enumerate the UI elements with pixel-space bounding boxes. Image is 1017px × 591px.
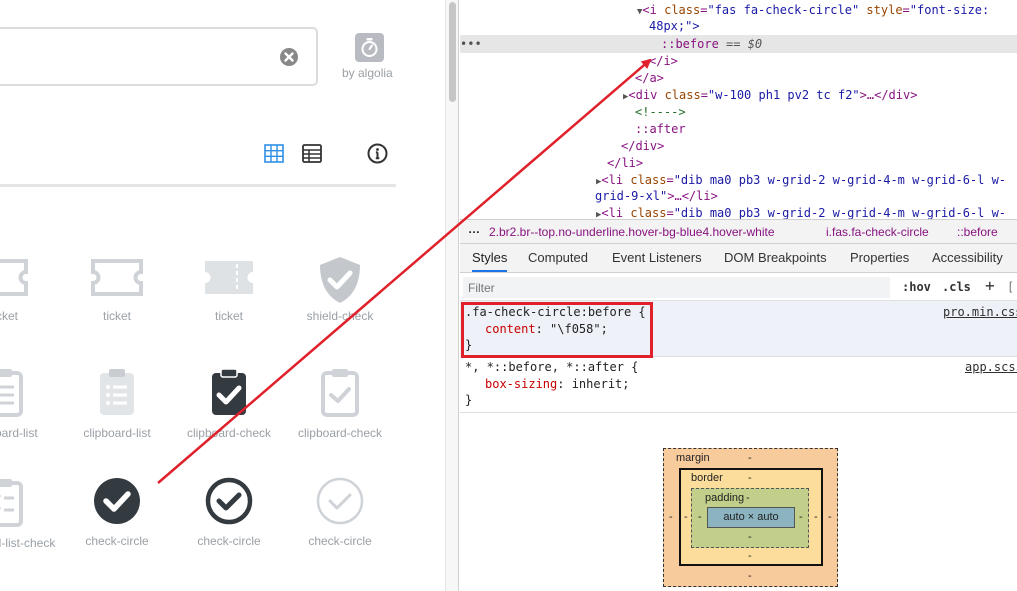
icon-tile[interactable]: clipboard-list bbox=[57, 367, 177, 440]
border-right-value: - bbox=[814, 511, 818, 523]
clipboard-check-icon bbox=[321, 369, 359, 417]
icon-label: clipboard-check bbox=[297, 426, 383, 440]
clipboard-check-icon bbox=[212, 368, 246, 415]
icon-label: shield-check bbox=[306, 309, 374, 323]
new-rule-button[interactable]: + bbox=[985, 276, 995, 295]
algolia-label: by algolia bbox=[342, 66, 393, 80]
icon-tile[interactable]: clipboard-list bbox=[0, 367, 64, 440]
tab-accessibility[interactable]: Accessibility bbox=[932, 250, 1003, 265]
box-model-content[interactable]: auto × auto bbox=[707, 507, 795, 528]
rule-source-link[interactable]: pro.min.css bbox=[943, 305, 1017, 319]
dom-node-comment: <!----> bbox=[635, 105, 686, 119]
grid-view-icon[interactable] bbox=[264, 144, 284, 163]
icon-tile[interactable]: ticket bbox=[57, 255, 177, 323]
icon-tile[interactable]: shield-check bbox=[280, 255, 400, 323]
hov-button[interactable]: :hov bbox=[902, 280, 931, 294]
padding-right-value: - bbox=[799, 511, 803, 523]
icon-label: clipboard-list bbox=[0, 426, 38, 440]
ticket-icon bbox=[91, 259, 143, 296]
shield-check-icon bbox=[320, 257, 360, 303]
rule-close: } bbox=[465, 393, 473, 407]
check-circle-icon bbox=[205, 477, 253, 525]
table-view-icon[interactable] bbox=[302, 144, 322, 163]
icon-tile[interactable]: clipboard-check bbox=[280, 367, 400, 440]
clear-search-icon[interactable] bbox=[279, 47, 299, 67]
more-icon[interactable]: ••• bbox=[460, 37, 482, 51]
info-icon[interactable] bbox=[367, 143, 388, 164]
tab-computed[interactable]: Computed bbox=[528, 250, 588, 265]
icon-search-panel: by algolia ticket ticket ticket bbox=[0, 0, 445, 591]
padding-label: padding bbox=[705, 492, 745, 504]
rule-declaration[interactable]: box-sizing: inherit; bbox=[485, 377, 630, 391]
styles-filter-row: :hov .cls + [ bbox=[460, 274, 1017, 301]
clipboard-list-icon bbox=[100, 369, 134, 415]
border-label: border bbox=[691, 472, 723, 484]
icon-label: clipboard-check bbox=[186, 426, 272, 440]
rule-selector[interactable]: *, *::before, *::after { bbox=[465, 360, 638, 374]
toggle-sidebar-icon[interactable]: [ bbox=[1007, 280, 1014, 294]
icon-label: ticket bbox=[214, 309, 243, 323]
divider bbox=[0, 184, 396, 187]
margin-left-value: - bbox=[669, 511, 673, 523]
tab-properties[interactable]: Properties bbox=[850, 250, 909, 265]
dom-node-after[interactable]: ::after bbox=[635, 121, 686, 137]
margin-top-value: - bbox=[748, 452, 752, 464]
icon-tile[interactable]: clipboard-list-check bbox=[0, 477, 64, 550]
breadcrumb-item[interactable]: 2.br2.br--top.no-underline.hover-bg-blue… bbox=[489, 225, 775, 239]
tab-event-listeners[interactable]: Event Listeners bbox=[612, 250, 702, 265]
dom-node-li-cont: grid-9-xl">…</li> bbox=[595, 189, 718, 203]
icon-label: check-circle bbox=[85, 534, 149, 548]
tab-styles[interactable]: Styles bbox=[472, 250, 508, 272]
breadcrumb-item[interactable]: i.fas.fa-check-circle bbox=[826, 225, 929, 239]
icon-label: check-circle bbox=[308, 534, 372, 548]
check-circle-icon bbox=[94, 478, 140, 524]
padding-left-value: - bbox=[698, 511, 702, 523]
icon-tile[interactable]: ticket bbox=[169, 255, 289, 323]
search-input[interactable] bbox=[0, 27, 318, 86]
breadcrumb: … 2.br2.br--top.no-underline.hover-bg-bl… bbox=[460, 219, 1017, 244]
dom-node-i-cont: 48px;"> bbox=[649, 19, 700, 33]
icon-tile[interactable]: clipboard-check bbox=[169, 367, 289, 440]
algolia-logo-icon bbox=[355, 33, 384, 62]
scrollbar[interactable] bbox=[445, 0, 459, 591]
icon-label: clipboard-list-check bbox=[0, 536, 56, 550]
dom-node-close-a: </a> bbox=[635, 71, 664, 85]
dom-node-div[interactable]: ▶<div class="w-100 ph1 pv2 tc f2">…</div… bbox=[623, 87, 917, 105]
breadcrumb-item-active[interactable]: ::before bbox=[957, 225, 998, 239]
rule-source-link[interactable]: app.scss bbox=[965, 360, 1017, 374]
dom-node-close-div: </div> bbox=[621, 139, 665, 153]
padding-top-value: - bbox=[746, 492, 750, 504]
dom-node-close-li: </li> bbox=[607, 156, 644, 170]
icon-label: ticket bbox=[0, 309, 18, 323]
ticket-icon bbox=[0, 259, 28, 296]
padding-bottom-value: - bbox=[748, 531, 752, 543]
breadcrumb-overflow[interactable]: … bbox=[468, 222, 480, 236]
scrollbar-thumb[interactable] bbox=[449, 2, 456, 102]
margin-bottom-value: - bbox=[748, 570, 752, 582]
margin-label: margin bbox=[676, 452, 710, 464]
icon-tile[interactable]: check-circle bbox=[169, 477, 289, 548]
icon-label: clipboard-list bbox=[83, 426, 151, 440]
clipboard-list-icon bbox=[0, 369, 23, 417]
border-left-value: - bbox=[684, 511, 688, 523]
icon-tile[interactable]: check-circle bbox=[280, 477, 400, 548]
styles-tabs: Styles Computed Event Listeners DOM Brea… bbox=[460, 244, 1017, 273]
dom-node-close-i: </i> bbox=[649, 54, 678, 68]
border-top-value: - bbox=[748, 472, 752, 484]
border-bottom-value: - bbox=[748, 550, 752, 562]
tab-dom-breakpoints[interactable]: DOM Breakpoints bbox=[724, 250, 827, 265]
highlight-box bbox=[461, 302, 653, 358]
ticket-icon bbox=[205, 261, 253, 294]
icon-tile[interactable]: check-circle bbox=[57, 477, 177, 548]
cls-button[interactable]: .cls bbox=[942, 280, 971, 294]
check-circle-icon bbox=[316, 477, 364, 525]
devtools-panel: ▼<i class="fas fa-check-circle" style="f… bbox=[460, 0, 1017, 591]
clipboard-list-check-icon bbox=[0, 479, 23, 527]
margin-right-value: - bbox=[828, 511, 832, 523]
icon-tile[interactable]: ticket bbox=[0, 255, 64, 323]
icon-label: ticket bbox=[102, 309, 131, 323]
icon-label: check-circle bbox=[197, 534, 261, 548]
filter-input[interactable] bbox=[463, 277, 890, 298]
dom-node-before[interactable]: ::before == $0 bbox=[661, 36, 762, 52]
